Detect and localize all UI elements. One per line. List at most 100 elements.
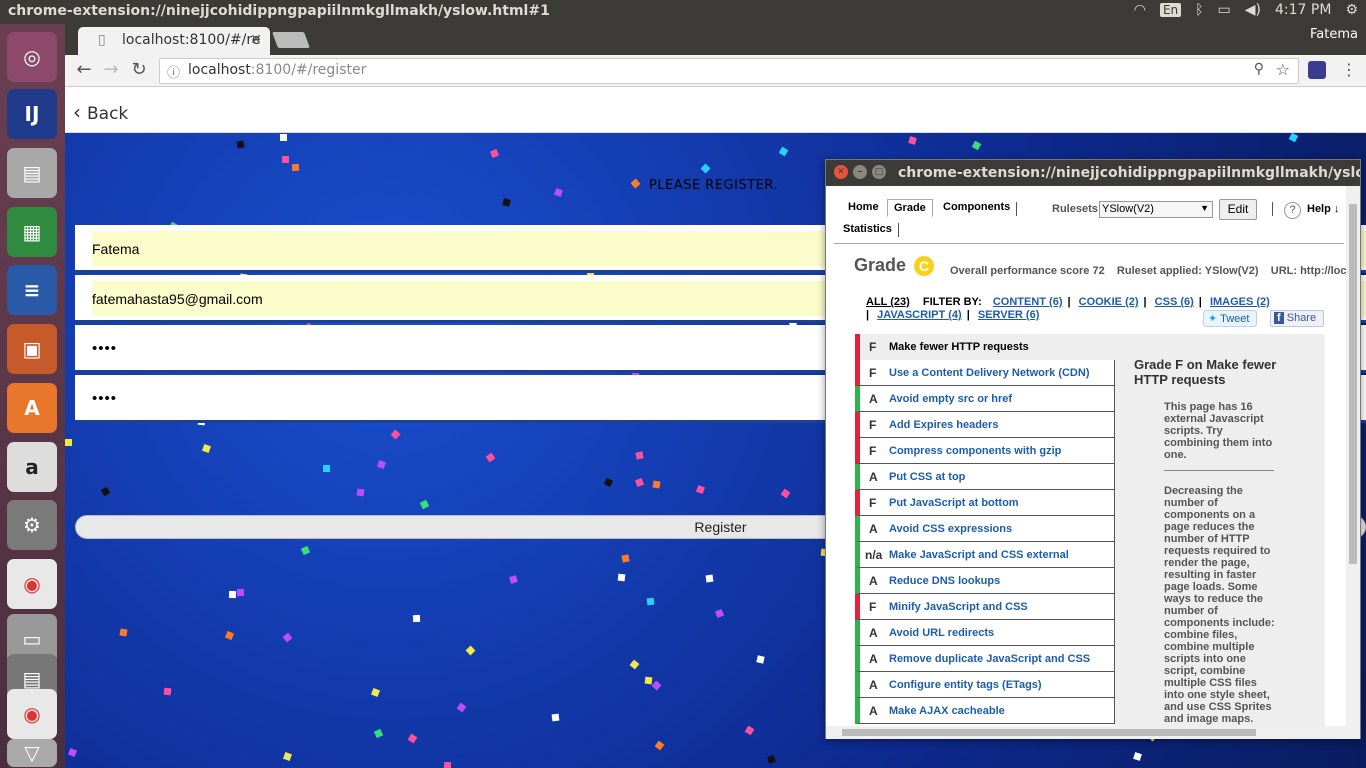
settings-gear-icon[interactable]: ⚙ — [1345, 2, 1358, 18]
info-icon[interactable]: ⓘ — [167, 62, 180, 81]
keyboard-layout[interactable]: En — [1159, 3, 1182, 17]
page-icon: ▯ — [98, 32, 106, 48]
rule-title[interactable]: Minify JavaScript and CSS — [889, 601, 1028, 613]
close-tab-icon[interactable]: ✕ — [250, 32, 262, 48]
rule-row[interactable]: A Avoid CSS expressions — [855, 516, 1115, 542]
browser-toolbar: ← → ↻ ⓘ localhost:8100/#/register ⚲ ☆ ⋮ — [65, 55, 1366, 87]
tab-home[interactable]: Home — [842, 199, 885, 215]
back-arrow-icon[interactable]: ← — [72, 59, 96, 83]
scrollbar-thumb-horizontal[interactable] — [842, 729, 1256, 736]
rule-grade: A — [869, 574, 878, 588]
writer-icon[interactable]: ≡ — [7, 265, 57, 315]
filter-content[interactable]: CONTENT (6) — [993, 296, 1063, 308]
new-tab-button[interactable] — [272, 32, 310, 48]
rule-title[interactable]: Avoid empty src or href — [889, 393, 1012, 405]
rule-title[interactable]: Compress components with gzip — [889, 445, 1061, 457]
profile-name[interactable]: Fatema — [1310, 27, 1358, 42]
window-title: chrome-extension://ninejjcohidippngpapii… — [8, 3, 550, 19]
trash-icon[interactable]: ▽ — [7, 739, 57, 767]
tab-statistics[interactable]: Statistics — [837, 221, 898, 237]
system-settings-icon[interactable]: ⚙ — [7, 500, 57, 550]
rule-title[interactable]: Remove duplicate JavaScript and CSS — [889, 653, 1090, 665]
menu-icon[interactable]: ⋮ — [1341, 60, 1357, 79]
confetti-piece — [502, 198, 511, 207]
rule-row[interactable]: F Make fewer HTTP requests — [855, 334, 1115, 360]
wifi-icon[interactable]: ◠ — [1134, 2, 1146, 18]
share-button[interactable]: f Share — [1270, 310, 1324, 327]
vertical-scrollbar[interactable] — [1346, 186, 1360, 726]
address-bar[interactable]: ⓘ localhost:8100/#/register ⚲ ☆ — [159, 58, 1299, 84]
rule-row[interactable]: F Compress components with gzip — [855, 438, 1115, 464]
bluetooth-icon[interactable]: ᛒ — [1195, 2, 1203, 18]
rule-title[interactable]: Make AJAX cacheable — [889, 705, 1005, 717]
filter-css[interactable]: CSS (6) — [1155, 296, 1194, 308]
horizontal-scrollbar[interactable] — [826, 726, 1360, 739]
rule-row[interactable]: F Add Expires headers — [855, 412, 1115, 438]
rule-row[interactable]: A Configure entity tags (ETags) — [855, 672, 1115, 698]
rule-row[interactable]: A Reduce DNS lookups — [855, 568, 1115, 594]
rule-detail-summary: This page has 16 external Javascript scr… — [1164, 401, 1273, 461]
rule-grade: F — [869, 600, 877, 614]
rule-title[interactable]: Reduce DNS lookups — [889, 575, 1000, 587]
tab-grade[interactable]: Grade — [887, 199, 933, 217]
filter-javascript[interactable]: JAVASCRIPT (4) — [877, 309, 962, 321]
filter-server[interactable]: SERVER (6) — [978, 309, 1040, 321]
detail-divider — [1164, 470, 1274, 471]
rule-title[interactable]: Put CSS at top — [889, 471, 965, 483]
filter-all[interactable]: ALL (23) — [866, 296, 910, 308]
scrollbar-thumb[interactable] — [1349, 204, 1357, 564]
rule-grade: F — [869, 496, 877, 510]
tweet-button[interactable]: ✦ Tweet — [1203, 310, 1257, 327]
chrome-icon-2[interactable]: ◉ — [7, 689, 57, 739]
software-center-icon[interactable]: A — [7, 383, 57, 433]
reload-icon[interactable]: ↻ — [127, 59, 151, 83]
volume-icon[interactable]: ◀) — [1245, 2, 1261, 18]
extension-icon[interactable] — [1308, 61, 1326, 79]
bookmark-star-icon[interactable]: ☆ — [1276, 60, 1290, 79]
calc-icon[interactable]: ▦ — [7, 207, 57, 257]
rule-title[interactable]: Configure entity tags (ETags) — [889, 679, 1042, 691]
edit-button[interactable]: Edit — [1219, 199, 1257, 220]
rule-title[interactable]: Avoid URL redirects — [889, 627, 994, 639]
confetti-piece — [780, 488, 791, 499]
files-icon[interactable]: ▤ — [7, 148, 57, 198]
impress-icon[interactable]: ▣ — [7, 324, 57, 374]
battery-icon[interactable]: ▭ — [1218, 2, 1231, 18]
rule-row[interactable]: F Minify JavaScript and CSS — [855, 594, 1115, 620]
forward-arrow-icon[interactable]: → — [99, 59, 123, 83]
filter-cookie[interactable]: COOKIE (2) — [1079, 296, 1139, 308]
chrome-icon[interactable]: ◉ — [7, 559, 57, 609]
rule-row[interactable]: A Remove duplicate JavaScript and CSS — [855, 646, 1115, 672]
rule-title[interactable]: Add Expires headers — [889, 419, 998, 431]
minimize-window-icon[interactable]: – — [853, 165, 867, 179]
tab-components[interactable]: Components — [937, 199, 1016, 215]
rule-row[interactable]: F Use a Content Delivery Network (CDN) — [855, 360, 1115, 386]
rule-row[interactable]: A Make AJAX cacheable — [855, 698, 1115, 724]
back-button[interactable]: ‹ Back — [73, 100, 128, 124]
intellij-icon[interactable]: IJ — [7, 89, 57, 139]
rule-title[interactable]: Avoid CSS expressions — [889, 523, 1012, 535]
browser-tab[interactable]: ▯ localhost:8100/#/re ✕ — [78, 27, 270, 55]
rule-title[interactable]: Put JavaScript at bottom — [889, 497, 1019, 509]
rule-row[interactable]: A Put CSS at top — [855, 464, 1115, 490]
clock[interactable]: 4:17 PM — [1275, 2, 1331, 18]
rule-title[interactable]: Make fewer HTTP requests — [889, 341, 1029, 353]
rule-row[interactable]: F Put JavaScript at bottom — [855, 490, 1115, 516]
rule-row[interactable]: A Avoid empty src or href — [855, 386, 1115, 412]
maximize-window-icon[interactable]: □ — [872, 165, 886, 179]
help-icon[interactable]: ? — [1284, 202, 1301, 219]
rule-row[interactable]: A Avoid URL redirects — [855, 620, 1115, 646]
rule-row[interactable]: n/a Make JavaScript and CSS external — [855, 542, 1115, 568]
filter-images[interactable]: IMAGES (2) — [1210, 296, 1270, 308]
amazon-icon[interactable]: a — [7, 442, 57, 492]
ubuntu-dash-icon[interactable]: ◎ — [7, 32, 57, 82]
help-link[interactable]: Help ↓ — [1307, 203, 1339, 215]
confetti-piece — [377, 460, 386, 469]
close-window-icon[interactable]: ✕ — [834, 165, 848, 179]
rule-title[interactable]: Make JavaScript and CSS external — [889, 549, 1069, 561]
ruleset-select[interactable]: YSlow(V2) ▼ — [1099, 201, 1213, 218]
confetti-piece — [163, 687, 172, 696]
rule-grade: A — [869, 652, 878, 666]
pin-icon[interactable]: ⚲ — [1254, 61, 1264, 77]
rule-title[interactable]: Use a Content Delivery Network (CDN) — [889, 367, 1090, 379]
